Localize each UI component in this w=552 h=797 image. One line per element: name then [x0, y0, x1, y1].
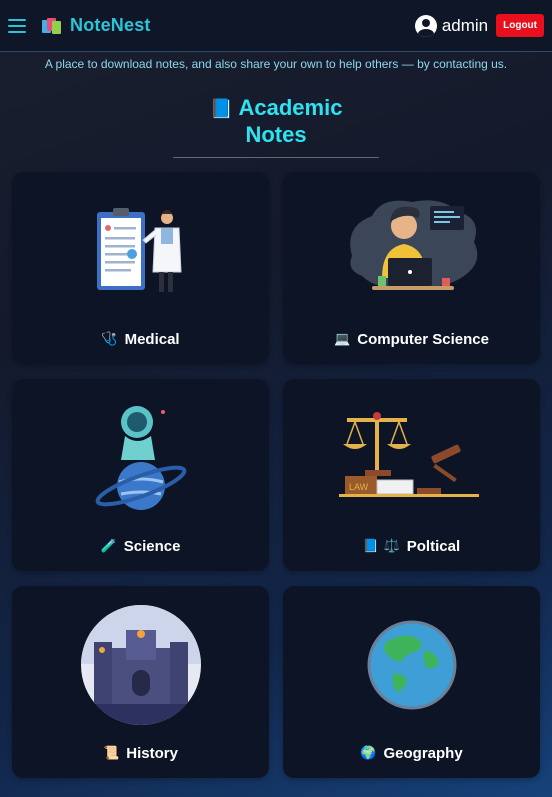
- test-tube-icon: 🧪: [100, 539, 117, 554]
- logout-button[interactable]: Logout: [496, 14, 544, 37]
- brand-title: NoteNest: [70, 15, 151, 35]
- book-icon: 📘: [209, 98, 234, 120]
- books-logo-icon: [42, 17, 62, 35]
- category-title: Medical: [124, 331, 180, 348]
- category-label: 🌍 Geography: [283, 745, 540, 762]
- category-card-geography[interactable]: 🌍 Geography: [283, 586, 540, 778]
- law-scale-gavel-illustration: LAW: [283, 393, 540, 523]
- page-title: 📘 Academic Notes: [156, 95, 396, 148]
- category-card-computer-science[interactable]: 💻 Computer Science: [283, 172, 540, 364]
- page-title-line2: Notes: [245, 122, 307, 147]
- category-card-science[interactable]: 🧪 Science: [12, 379, 269, 571]
- category-label: 🧪 Science: [12, 538, 269, 555]
- category-label: 📘 ⚖️ Poltical: [283, 538, 540, 555]
- category-title: Science: [123, 538, 181, 555]
- top-navbar: NoteNest admin Logout: [0, 0, 552, 52]
- category-title: History: [126, 745, 178, 762]
- title-divider: [173, 157, 379, 158]
- user-info: admin: [414, 14, 489, 37]
- category-grid: 🩺 Medical 💻 Computer Science 🧪 Science L…: [12, 172, 540, 778]
- stethoscope-icon: 🩺: [101, 332, 118, 347]
- category-label: 📜 History: [12, 745, 269, 762]
- category-label: 💻 Computer Science: [283, 331, 540, 348]
- category-card-medical[interactable]: 🩺 Medical: [12, 172, 269, 364]
- svg-text:LAW: LAW: [349, 482, 369, 492]
- category-title: Computer Science: [357, 331, 489, 348]
- book-scale-icon: 📘 ⚖️: [362, 539, 400, 554]
- category-card-history[interactable]: 📜 History: [12, 586, 269, 778]
- tagline: A place to download notes, and also shar…: [44, 57, 508, 71]
- globe-illustration: [283, 600, 540, 730]
- page-title-line1: Academic: [238, 95, 343, 120]
- category-label: 🩺 Medical: [12, 331, 269, 348]
- brand[interactable]: NoteNest: [42, 15, 151, 36]
- hamburger-menu-icon[interactable]: [8, 18, 26, 33]
- scroll-icon: 📜: [103, 746, 120, 761]
- laptop-icon: 💻: [334, 332, 351, 347]
- category-title: Poltical: [406, 538, 461, 555]
- category-card-political[interactable]: LAW 📘 ⚖️ Poltical: [283, 379, 540, 571]
- username-label: admin: [441, 15, 489, 35]
- globe-icon: 🌍: [360, 746, 377, 761]
- category-title: Geography: [383, 745, 463, 762]
- developer-laptop-illustration: [283, 186, 540, 316]
- user-circle-icon: [414, 14, 437, 37]
- astronaut-planet-illustration: [12, 393, 269, 523]
- doctor-clipboard-illustration: [12, 186, 269, 316]
- castle-illustration: [12, 600, 269, 730]
